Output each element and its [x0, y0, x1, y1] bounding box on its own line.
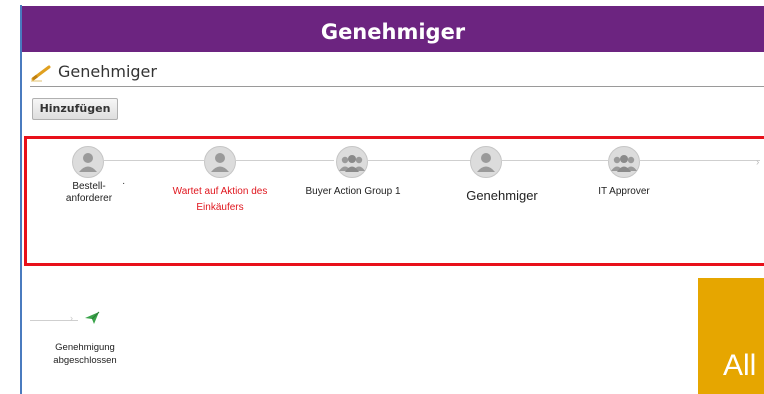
- step-buyer-pending-node[interactable]: [204, 146, 236, 178]
- step-requester-node[interactable]: [72, 146, 104, 178]
- left-border: [20, 5, 22, 394]
- person-icon: [211, 153, 229, 172]
- step-buyer-group-node[interactable]: [336, 146, 368, 178]
- add-button[interactable]: Hinzufügen: [32, 98, 118, 120]
- paper-plane-icon: [85, 311, 100, 324]
- pencil-icon: [31, 65, 51, 82]
- page-banner-title: Genehmiger: [22, 6, 764, 52]
- person-icon: [79, 153, 97, 172]
- arrow-right-icon: ›: [70, 313, 73, 323]
- flow-connector: [368, 160, 472, 161]
- all-tile[interactable]: All: [698, 278, 764, 394]
- flow-connector: [104, 160, 204, 161]
- flow-arrow-icon: ›: [756, 157, 760, 168]
- step-buyer-pending-label: Wartet auf Aktion des Einkäufers: [172, 186, 268, 213]
- flow-connector: [640, 160, 760, 161]
- step-requester-label: Bestell- anforderer: [65, 181, 113, 204]
- flow-separator: ·: [122, 178, 126, 189]
- group-icon: [339, 155, 365, 172]
- section-header: Genehmiger: [30, 62, 764, 87]
- step-buyer-group-label: Buyer Action Group 1: [305, 186, 401, 197]
- flow-connector: [502, 160, 608, 161]
- step-it-approver-node[interactable]: [608, 146, 640, 178]
- approval-completed-label: Genehmigung abgeschlossen: [53, 342, 117, 366]
- tile-label: All: [723, 349, 757, 382]
- group-icon: [611, 155, 637, 172]
- flow-connector: [236, 160, 334, 161]
- step-approver-node[interactable]: [470, 146, 502, 178]
- step-it-approver-label: IT Approver: [598, 186, 650, 197]
- step-approver-label: Genehmiger: [466, 188, 538, 203]
- person-icon: [477, 153, 495, 172]
- section-title: Genehmiger: [58, 62, 157, 81]
